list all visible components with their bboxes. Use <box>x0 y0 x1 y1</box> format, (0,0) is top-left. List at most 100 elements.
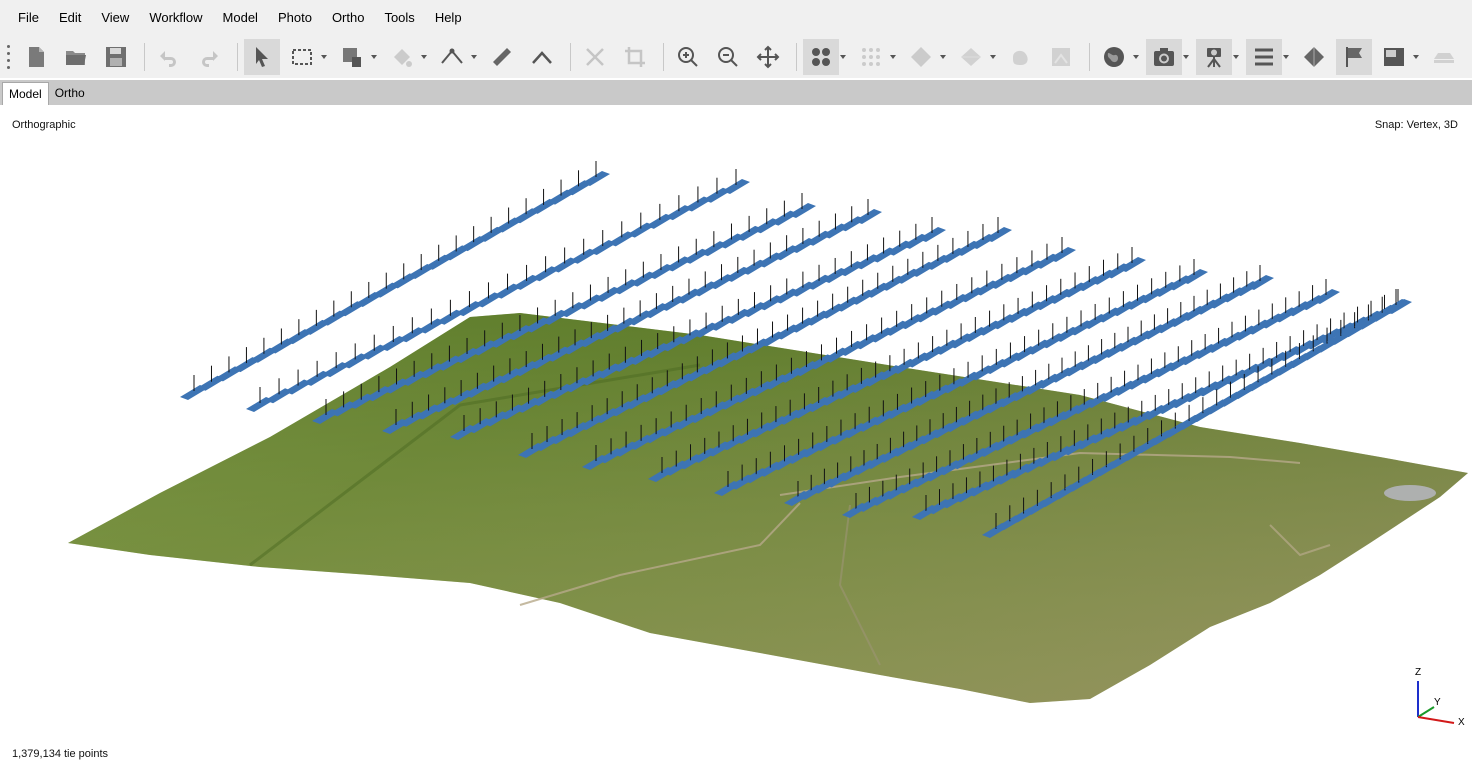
toolbar-grip[interactable] <box>4 43 12 71</box>
undo-button[interactable] <box>151 39 187 75</box>
menu-view[interactable]: View <box>91 0 139 36</box>
snap-mode-label: Snap: Vertex, 3D <box>1374 119 1458 131</box>
tie-points-status: 1,379,134 tie points <box>12 748 109 760</box>
new-document-icon <box>29 47 44 67</box>
markers-dropdown[interactable] <box>1232 39 1240 75</box>
globe-icon <box>1104 47 1124 67</box>
new-project-button[interactable] <box>18 39 54 75</box>
mesh-dropdown[interactable] <box>939 39 947 75</box>
dense-cloud-dropdown[interactable] <box>889 39 897 75</box>
undo-icon <box>160 51 176 67</box>
images-dropdown[interactable] <box>1412 39 1420 75</box>
draw-polyline-button[interactable] <box>434 39 470 75</box>
show-region-button[interactable] <box>1296 39 1332 75</box>
zoom-out-button[interactable] <box>710 39 746 75</box>
toolbar-separator <box>144 43 145 71</box>
orthomosaic-icon <box>1052 48 1070 66</box>
axis-x-label: X <box>1458 717 1465 728</box>
layers-icon <box>1434 53 1454 63</box>
list-lines-icon <box>1255 48 1273 66</box>
show-images-button[interactable] <box>1376 39 1412 75</box>
tiled-model-dropdown[interactable] <box>989 39 997 75</box>
show-shapes-button[interactable] <box>1246 39 1282 75</box>
draw-line-button[interactable] <box>524 39 560 75</box>
show-flags-button[interactable] <box>1336 39 1372 75</box>
show-basemap-button[interactable] <box>1096 39 1132 75</box>
menu-tools[interactable]: Tools <box>374 0 424 36</box>
mesh-button[interactable] <box>903 39 939 75</box>
move-region-button[interactable] <box>334 39 370 75</box>
rectangle-selection-button[interactable] <box>284 39 320 75</box>
move-region-dropdown[interactable] <box>370 39 378 75</box>
dots-icon <box>812 48 830 66</box>
zoom-in-button[interactable] <box>670 39 706 75</box>
shapes-dropdown[interactable] <box>1282 39 1290 75</box>
menu-bar: File Edit View Workflow Model Photo Orth… <box>0 0 1472 36</box>
axis-z-label: Z <box>1415 667 1421 678</box>
ruler-icon <box>493 48 511 66</box>
save-icon <box>106 47 126 67</box>
tab-model[interactable]: Model <box>2 82 49 105</box>
menu-help[interactable]: Help <box>425 0 472 36</box>
angle-line-icon <box>532 51 552 64</box>
model-viewport[interactable]: Orthographic Snap: Vertex, 3D 1,379,134 … <box>0 105 1472 774</box>
menu-workflow[interactable]: Workflow <box>139 0 212 36</box>
draw-shape-button[interactable] <box>384 39 420 75</box>
folder-icon <box>66 51 86 65</box>
dem-icon <box>1013 50 1028 65</box>
toolbar-separator <box>663 43 664 71</box>
axis-y-label: Y <box>1434 697 1441 708</box>
point-cloud-button[interactable] <box>803 39 839 75</box>
save-project-button[interactable] <box>98 39 134 75</box>
basemap-dropdown[interactable] <box>1132 39 1140 75</box>
cursor-arrow-icon <box>256 47 268 67</box>
menu-model[interactable]: Model <box>213 0 268 36</box>
toolbar-separator <box>1089 43 1090 71</box>
toolbar-separator <box>237 43 238 71</box>
mesh-icon <box>911 47 931 67</box>
dem-button[interactable] <box>1003 39 1039 75</box>
reset-view-button[interactable] <box>750 39 786 75</box>
redo-icon <box>202 51 218 67</box>
menu-edit[interactable]: Edit <box>49 0 91 36</box>
image-icon <box>1384 48 1404 66</box>
view-tab-bar: Model Ortho <box>0 80 1472 105</box>
redo-button[interactable] <box>191 39 227 75</box>
projection-label: Orthographic <box>12 119 76 131</box>
open-project-button[interactable] <box>58 39 94 75</box>
polyline-icon <box>441 48 463 64</box>
camera-icon <box>1154 48 1174 66</box>
menu-photo[interactable]: Photo <box>268 0 322 36</box>
point-cloud-dropdown[interactable] <box>839 39 847 75</box>
polyline-dropdown[interactable] <box>470 39 478 75</box>
draw-shape-dropdown[interactable] <box>420 39 428 75</box>
toolbar-separator <box>796 43 797 71</box>
show-layers-button[interactable] <box>1426 39 1462 75</box>
close-icon <box>586 48 604 66</box>
tripod-camera-icon <box>1207 48 1221 68</box>
zoom-out-icon <box>718 47 738 67</box>
zoom-in-icon <box>678 47 698 67</box>
tab-ortho[interactable]: Ortho <box>49 82 91 105</box>
tiled-model-button[interactable] <box>953 39 989 75</box>
orthomosaic-button[interactable] <box>1043 39 1079 75</box>
tiled-model-icon <box>961 48 981 66</box>
menu-ortho[interactable]: Ortho <box>322 0 375 36</box>
flag-icon <box>1346 47 1362 67</box>
region-icon <box>1304 47 1324 67</box>
selection-dropdown[interactable] <box>320 39 328 75</box>
dense-cloud-button[interactable] <box>853 39 889 75</box>
navigation-button[interactable] <box>244 39 280 75</box>
main-toolbar <box>0 36 1472 78</box>
crop-selection-button[interactable] <box>617 39 653 75</box>
delete-selection-button[interactable] <box>577 39 613 75</box>
cameras-dropdown[interactable] <box>1182 39 1190 75</box>
show-cameras-button[interactable] <box>1146 39 1182 75</box>
scene-canvas[interactable] <box>0 105 1472 774</box>
reset-view-icon <box>756 45 780 69</box>
show-markers-button[interactable] <box>1196 39 1232 75</box>
menu-file[interactable]: File <box>8 0 49 36</box>
dense-dots-icon <box>862 48 880 66</box>
crop-icon <box>625 47 645 67</box>
ruler-button[interactable] <box>484 39 520 75</box>
